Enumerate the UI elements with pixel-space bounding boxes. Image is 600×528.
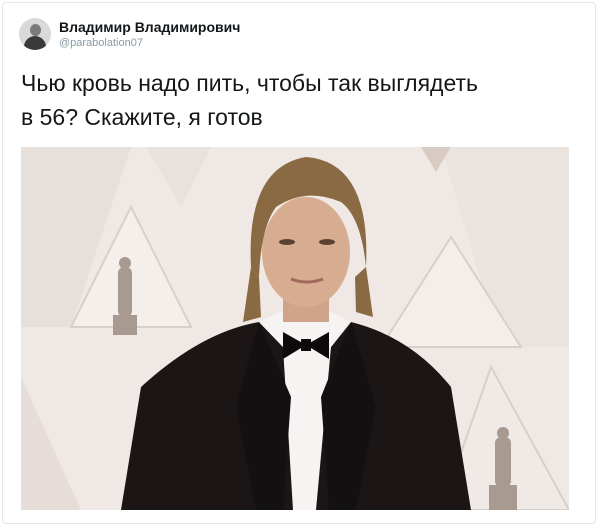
author-names: Владимир Владимирович @parabolation07 bbox=[59, 18, 240, 50]
tweet-photo[interactable] bbox=[21, 147, 569, 510]
avatar-head-shape bbox=[30, 24, 41, 36]
photo-illustration bbox=[21, 147, 569, 510]
avatar-body-shape bbox=[24, 36, 46, 50]
tweet-text-line-1: Чью кровь надо пить, чтобы так выглядеть bbox=[21, 70, 479, 96]
avatar[interactable] bbox=[19, 18, 51, 50]
tweet-header: Владимир Владимирович @parabolation07 bbox=[19, 18, 240, 50]
author-display-name[interactable]: Владимир Владимирович bbox=[59, 18, 240, 36]
tweet-text-line-2: в 56? Скажите, я готов bbox=[21, 104, 263, 130]
tweet-text: Чью кровь надо пить, чтобы так выглядеть… bbox=[21, 66, 581, 134]
author-handle[interactable]: @parabolation07 bbox=[59, 36, 240, 50]
tweet-card: Владимир Владимирович @parabolation07 Чь… bbox=[2, 2, 596, 524]
